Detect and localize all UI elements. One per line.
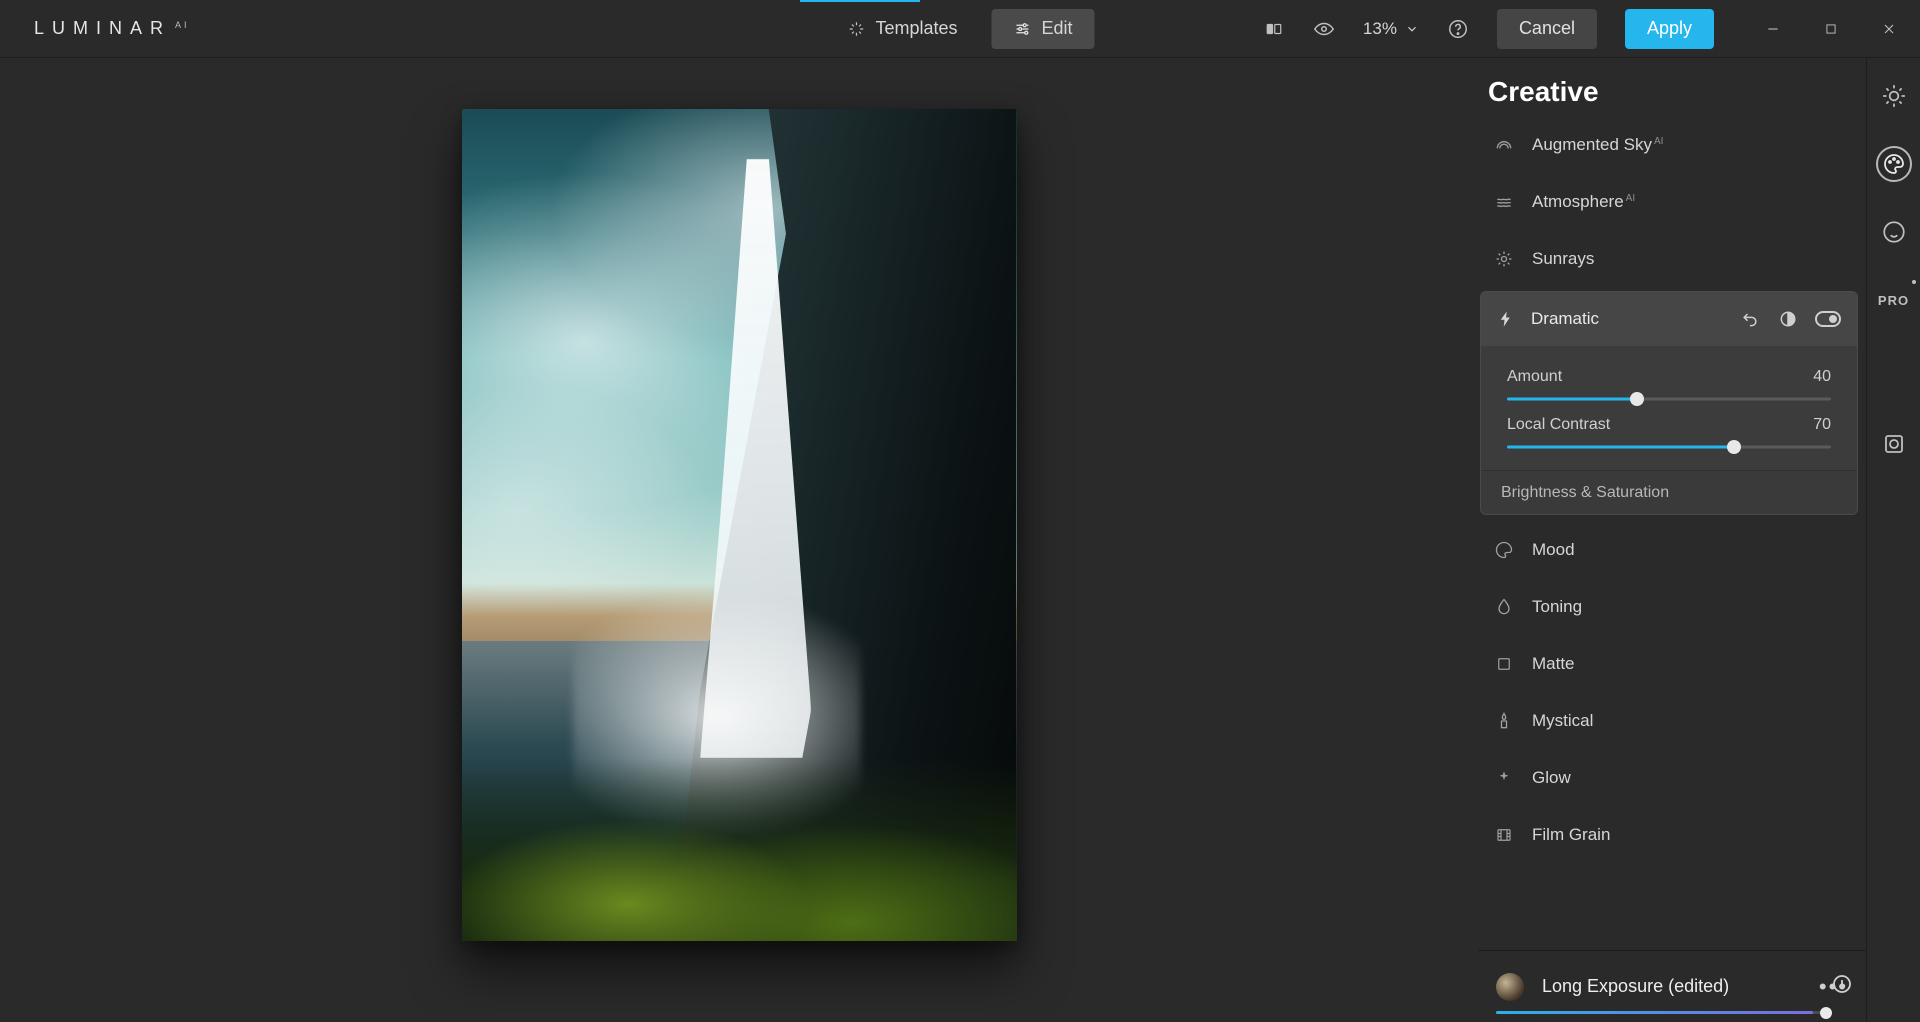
tool-toning-label: Toning	[1532, 597, 1582, 617]
preset-amount-thumb[interactable]	[1820, 1007, 1832, 1019]
candle-icon	[1494, 711, 1514, 731]
tool-toggle[interactable]	[1815, 311, 1841, 327]
bolt-icon	[1497, 310, 1515, 328]
main-area: Creative Augmented SkyAI AtmosphereAI Su…	[0, 58, 1920, 1022]
zoom-value: 13%	[1363, 19, 1397, 39]
rail-essentials-icon[interactable]	[1876, 78, 1912, 114]
photo-preview	[462, 109, 1017, 941]
tool-mood[interactable]: Mood	[1478, 521, 1860, 578]
window-minimize-icon[interactable]	[1762, 18, 1784, 40]
tab-edit[interactable]: Edit	[992, 9, 1095, 49]
window-maximize-icon[interactable]	[1820, 18, 1842, 40]
tab-edit-label: Edit	[1042, 18, 1073, 39]
fog-icon	[1494, 192, 1514, 212]
help-icon[interactable]	[1447, 18, 1469, 40]
tool-matte[interactable]: Matte	[1478, 635, 1860, 692]
tool-toning[interactable]: Toning	[1478, 578, 1860, 635]
zoom-dropdown[interactable]: 13%	[1363, 19, 1419, 39]
tools-panel: Creative Augmented SkyAI AtmosphereAI Su…	[1478, 58, 1866, 1022]
apply-button-label: Apply	[1647, 18, 1692, 39]
tool-matte-label: Matte	[1532, 654, 1575, 674]
chevron-down-icon	[1405, 22, 1419, 36]
tool-mystical[interactable]: Mystical	[1478, 692, 1860, 749]
sliders-icon	[1014, 20, 1032, 38]
slider-local-contrast-thumb[interactable]	[1727, 440, 1741, 454]
mask-icon[interactable]	[1777, 308, 1799, 330]
cancel-button[interactable]: Cancel	[1497, 9, 1597, 49]
topbar-right: 13% Cancel Apply	[1263, 9, 1920, 49]
slider-amount[interactable]	[1507, 390, 1831, 408]
mode-tabs: Templates Edit	[825, 9, 1094, 49]
apply-button[interactable]: Apply	[1625, 9, 1714, 49]
compare-split-icon[interactable]	[1263, 18, 1285, 40]
ai-badge: AI	[1626, 193, 1635, 204]
slider-amount-label: Amount	[1507, 368, 1562, 386]
film-icon	[1494, 825, 1514, 845]
undo-icon[interactable]	[1739, 308, 1761, 330]
accent-indicator	[800, 0, 920, 2]
tool-film-grain[interactable]: Film Grain	[1478, 806, 1860, 863]
app-brand: LUMINAR AI	[34, 18, 190, 39]
preset-thumbnail[interactable]	[1496, 973, 1524, 1001]
cancel-button-label: Cancel	[1519, 18, 1575, 39]
tab-templates-label: Templates	[875, 18, 957, 39]
dramatic-subsection-label: Brightness & Saturation	[1501, 484, 1669, 502]
tool-mystical-label: Mystical	[1532, 711, 1593, 731]
slider-amount-value: 40	[1813, 368, 1831, 386]
slider-local-contrast-label: Local Contrast	[1507, 416, 1610, 434]
dramatic-sliders: Amount 40 Local Contrast 70	[1481, 346, 1857, 470]
rail-pro-icon[interactable]: PRO	[1876, 282, 1912, 318]
droplet-icon	[1494, 597, 1514, 617]
slider-local-contrast[interactable]	[1507, 438, 1831, 456]
tool-dramatic-header[interactable]: Dramatic	[1481, 292, 1857, 346]
photo-foreground-region	[462, 758, 1017, 941]
rainbow-icon	[1494, 135, 1514, 155]
preset-amount-slider[interactable]	[1496, 1011, 1826, 1014]
rail-pro-dot	[1912, 280, 1916, 284]
tool-list[interactable]: Augmented SkyAI AtmosphereAI Sunrays Dra…	[1478, 116, 1866, 950]
tool-sunrays[interactable]: Sunrays	[1478, 230, 1860, 287]
tool-glow-label: Glow	[1532, 768, 1571, 788]
rail-local-masking-icon[interactable]	[1876, 426, 1912, 462]
tool-sunrays-label: Sunrays	[1532, 249, 1594, 269]
rail-portrait-icon[interactable]	[1876, 214, 1912, 250]
tab-templates[interactable]: Templates	[825, 9, 979, 49]
tool-glow[interactable]: Glow	[1478, 749, 1860, 806]
tool-mood-label: Mood	[1532, 540, 1575, 560]
tool-atmosphere[interactable]: AtmosphereAI	[1478, 173, 1860, 230]
brand-superscript: AI	[175, 20, 190, 30]
preset-strip: Long Exposure (edited) •••	[1478, 950, 1866, 1022]
top-bar: LUMINAR AI Templates Edit 13%	[0, 0, 1920, 58]
tool-dramatic-expanded: Dramatic Amount 40	[1480, 291, 1858, 515]
category-rail: PRO	[1866, 58, 1920, 1022]
palette-icon	[1494, 540, 1514, 560]
sparkle-icon	[847, 20, 865, 38]
image-canvas[interactable]	[0, 58, 1478, 1022]
square-icon	[1494, 654, 1514, 674]
panel-title: Creative	[1478, 58, 1866, 116]
tool-augmented-sky[interactable]: Augmented SkyAI	[1478, 116, 1860, 173]
slider-local-contrast-value: 70	[1813, 416, 1831, 434]
window-controls	[1762, 18, 1900, 40]
slider-amount-thumb[interactable]	[1630, 392, 1644, 406]
history-icon[interactable]	[1830, 972, 1854, 996]
window-close-icon[interactable]	[1878, 18, 1900, 40]
sun-icon	[1494, 249, 1514, 269]
tool-dramatic-label: Dramatic	[1531, 309, 1599, 329]
tool-film-grain-label: Film Grain	[1532, 825, 1610, 845]
sparkle-small-icon	[1494, 768, 1514, 788]
brand-name: LUMINAR	[34, 18, 171, 39]
preview-eye-icon[interactable]	[1313, 18, 1335, 40]
tool-atmosphere-label: Atmosphere	[1532, 192, 1624, 211]
preset-name[interactable]: Long Exposure (edited)	[1542, 976, 1801, 997]
rail-pro-label: PRO	[1878, 293, 1909, 308]
rail-creative-icon[interactable]	[1876, 146, 1912, 182]
tool-augmented-sky-label: Augmented Sky	[1532, 135, 1652, 154]
ai-badge: AI	[1654, 136, 1663, 147]
dramatic-subsection[interactable]: Brightness & Saturation	[1481, 470, 1857, 514]
